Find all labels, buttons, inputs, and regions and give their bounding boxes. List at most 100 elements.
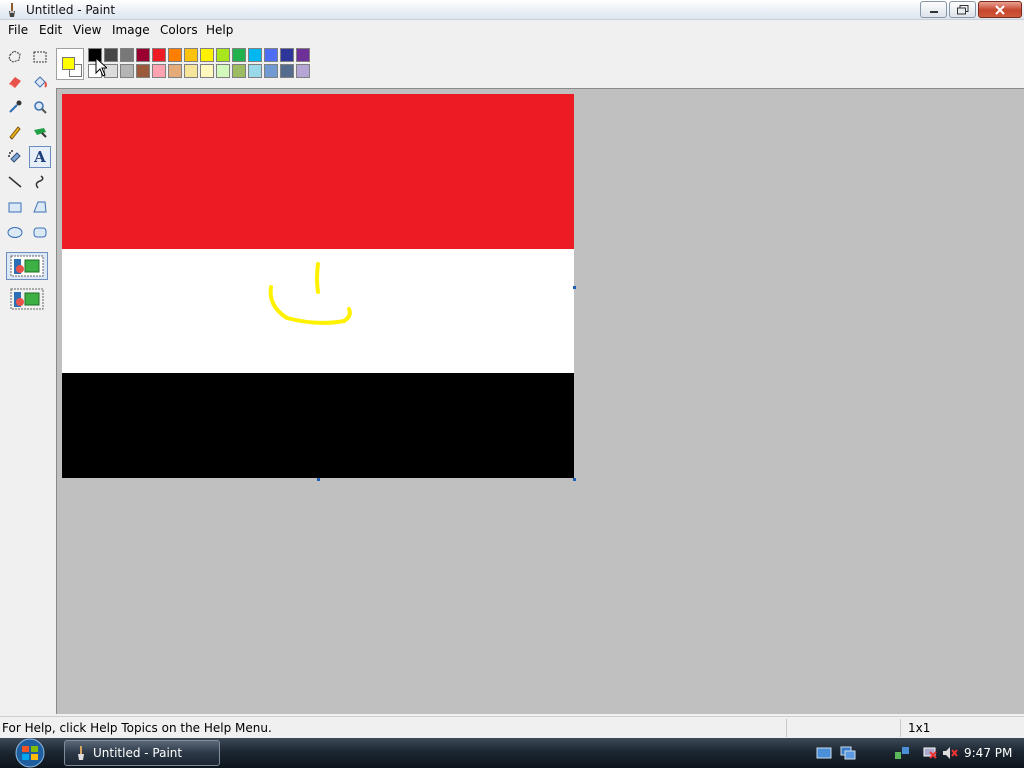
tool-brush[interactable] <box>29 121 51 143</box>
free-form-select-icon <box>8 50 21 63</box>
ellipse-icon <box>7 227 23 238</box>
close-button[interactable] <box>978 1 1022 18</box>
menu-edit[interactable]: Edit <box>39 23 62 37</box>
restore-button[interactable] <box>949 1 976 18</box>
tool-airbrush[interactable] <box>4 146 26 168</box>
pencil-icon <box>9 126 21 140</box>
palette-swatch[interactable] <box>248 64 262 78</box>
tool-select[interactable] <box>29 46 51 68</box>
menu-image[interactable]: Image <box>112 23 150 37</box>
airbrush-icon <box>8 150 21 163</box>
tool-curve[interactable] <box>29 171 51 193</box>
resize-handle-corner[interactable] <box>573 478 576 481</box>
rectangle-icon <box>8 202 22 213</box>
status-separator <box>900 719 901 737</box>
palette-swatch[interactable] <box>296 48 310 62</box>
canvas-drawing <box>62 94 574 478</box>
canvas-workspace[interactable] <box>56 88 1024 714</box>
paint-brush-icon <box>78 746 84 760</box>
palette-swatch[interactable] <box>200 64 214 78</box>
close-icon <box>995 4 1005 15</box>
tool-magnifier[interactable] <box>29 96 51 118</box>
palette-swatch[interactable] <box>136 64 150 78</box>
tool-eraser[interactable] <box>4 71 26 93</box>
palette-swatch[interactable] <box>200 48 214 62</box>
status-size: 1x1 <box>908 721 931 735</box>
current-colors[interactable] <box>56 48 84 80</box>
title-bar[interactable]: Untitled - Paint <box>0 0 1024 20</box>
rect-select-icon <box>33 51 47 63</box>
palette-swatch[interactable] <box>264 48 278 62</box>
menu-colors[interactable]: Colors <box>160 23 198 37</box>
menu-bar: File Edit View Image Colors Help <box>0 20 1024 40</box>
resize-handle-bottom[interactable] <box>317 478 320 481</box>
minimize-icon <box>929 10 938 13</box>
palette-swatch[interactable] <box>136 48 150 62</box>
palette-swatch[interactable] <box>168 64 182 78</box>
palette-swatch[interactable] <box>280 64 294 78</box>
minimize-button[interactable] <box>920 1 947 18</box>
opaque-background-option[interactable] <box>6 252 48 280</box>
volume-muted-icon[interactable] <box>942 746 958 760</box>
opaque-background-icon <box>10 255 44 277</box>
color-picker-icon <box>9 100 22 113</box>
transparent-background-icon <box>10 288 44 310</box>
network-icon[interactable] <box>894 746 910 760</box>
menu-view[interactable]: View <box>73 23 101 37</box>
menu-help[interactable]: Help <box>206 23 233 37</box>
palette-swatch[interactable] <box>152 64 166 78</box>
taskbar-button-paint[interactable]: Untitled - Paint <box>64 740 220 766</box>
palette-swatch[interactable] <box>216 48 230 62</box>
switch-windows-icon[interactable] <box>840 746 856 760</box>
drawing-canvas[interactable] <box>62 94 574 478</box>
tool-text[interactable]: A <box>29 146 51 168</box>
fill-bucket-icon <box>34 76 47 88</box>
network-disconnected-icon[interactable] <box>922 746 938 760</box>
palette-swatch[interactable] <box>120 48 134 62</box>
magnifier-icon <box>34 101 47 114</box>
tool-fill[interactable] <box>29 71 51 93</box>
palette-swatch[interactable] <box>184 64 198 78</box>
eraser-icon <box>9 77 21 88</box>
tool-free-form-select[interactable] <box>4 46 26 68</box>
paint-brush-icon <box>9 3 15 17</box>
windows-orb-icon[interactable] <box>8 738 52 768</box>
line-icon <box>8 176 22 188</box>
palette-swatch[interactable] <box>232 48 246 62</box>
brush-icon <box>34 128 47 138</box>
rounded-rect-icon <box>33 227 47 238</box>
status-bar: For Help, click Help Topics on the Help … <box>0 716 1024 738</box>
status-help-text: For Help, click Help Topics on the Help … <box>2 721 272 735</box>
foreground-color-swatch[interactable] <box>62 57 75 70</box>
status-separator <box>786 719 787 737</box>
taskbar: Untitled - Paint <box>0 738 1024 768</box>
tool-ellipse[interactable] <box>4 221 26 243</box>
palette-swatch[interactable] <box>216 64 230 78</box>
taskbar-clock[interactable]: 9:47 PM <box>964 746 1012 760</box>
palette-swatch[interactable] <box>232 64 246 78</box>
palette-swatch[interactable] <box>264 64 278 78</box>
tool-polygon[interactable] <box>29 196 51 218</box>
palette-swatch[interactable] <box>248 48 262 62</box>
tool-rectangle[interactable] <box>4 196 26 218</box>
mouse-cursor-icon <box>95 57 107 77</box>
tool-options <box>6 252 48 316</box>
polygon-icon <box>33 201 47 213</box>
window-title: Untitled - Paint <box>26 3 116 17</box>
menu-file[interactable]: File <box>8 23 28 37</box>
show-desktop-icon[interactable] <box>816 746 832 760</box>
transparent-background-option[interactable] <box>6 285 48 313</box>
palette-swatch[interactable] <box>184 48 198 62</box>
palette-swatch[interactable] <box>120 64 134 78</box>
tool-pick-color[interactable] <box>4 96 26 118</box>
red-band <box>62 94 574 249</box>
tool-pencil[interactable] <box>4 121 26 143</box>
tool-line[interactable] <box>4 171 26 193</box>
palette-swatch[interactable] <box>168 48 182 62</box>
resize-handle-right[interactable] <box>573 286 576 289</box>
tool-rounded-rectangle[interactable] <box>29 221 51 243</box>
palette-swatch[interactable] <box>280 48 294 62</box>
restore-icon <box>956 4 968 14</box>
palette-swatch[interactable] <box>296 64 310 78</box>
palette-swatch[interactable] <box>152 48 166 62</box>
